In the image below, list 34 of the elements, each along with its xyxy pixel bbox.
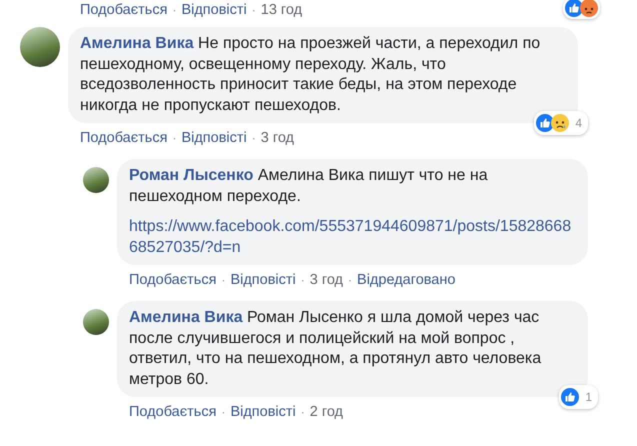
separator-dot: ·	[171, 2, 178, 19]
timestamp: 2 год	[310, 403, 344, 421]
comment-text: Роман Лысенко Амелина Вика пишут что не на пешеходном переходе.	[129, 166, 489, 206]
footer-link[interactable]: Відредаговано	[357, 271, 456, 289]
separator-dot: ·	[300, 404, 306, 421]
avatar-photo[interactable]	[83, 309, 109, 335]
footer-link[interactable]: Подобається	[80, 129, 168, 147]
comment-text: Амелина Вика Роман Лысенко я шла домой через час после случившегося и полицейский на мой вопрос , ответил, что на пешеходном, а протянул авто человека метров 60.	[129, 308, 542, 390]
separator-dot: ·	[171, 130, 178, 147]
reaction-count: 4	[574, 114, 583, 132]
timestamp: 13 год	[260, 1, 302, 19]
separator-dot: ·	[347, 272, 354, 289]
separator-dot: ·	[250, 130, 257, 147]
separator-dot: ·	[300, 272, 306, 289]
footer-link[interactable]: Подобається	[129, 403, 216, 421]
separator-dot: ·	[220, 404, 226, 421]
author-link[interactable]: Амелина Вика	[80, 35, 194, 52]
separator-dot: ·	[220, 272, 226, 289]
timestamp: 3 год	[260, 129, 294, 147]
footer-link[interactable]: Подобається	[129, 271, 216, 289]
author-link[interactable]: Роман Лысенко	[129, 167, 254, 184]
reaction-count: 1	[584, 388, 593, 406]
footer-link[interactable]: Відповісті	[230, 403, 296, 421]
footer-link[interactable]: Відповісті	[181, 129, 247, 147]
reactions-badge[interactable]	[563, 0, 600, 19]
avatar-photo[interactable]	[83, 167, 109, 193]
author-link[interactable]: Амелина Вика	[129, 309, 243, 326]
footer-link[interactable]: Відповісті	[181, 1, 247, 19]
separator-dot: ·	[250, 2, 257, 19]
url-link[interactable]: https://www.facebook.com/555371944609871/posts/1582866868527035/?d=n	[129, 217, 576, 258]
footer-link[interactable]: Подобається	[80, 1, 168, 19]
avatar-photo[interactable]	[20, 27, 60, 67]
timestamp: 3 год	[310, 271, 344, 289]
footer-link[interactable]: Відповісті	[230, 271, 296, 289]
